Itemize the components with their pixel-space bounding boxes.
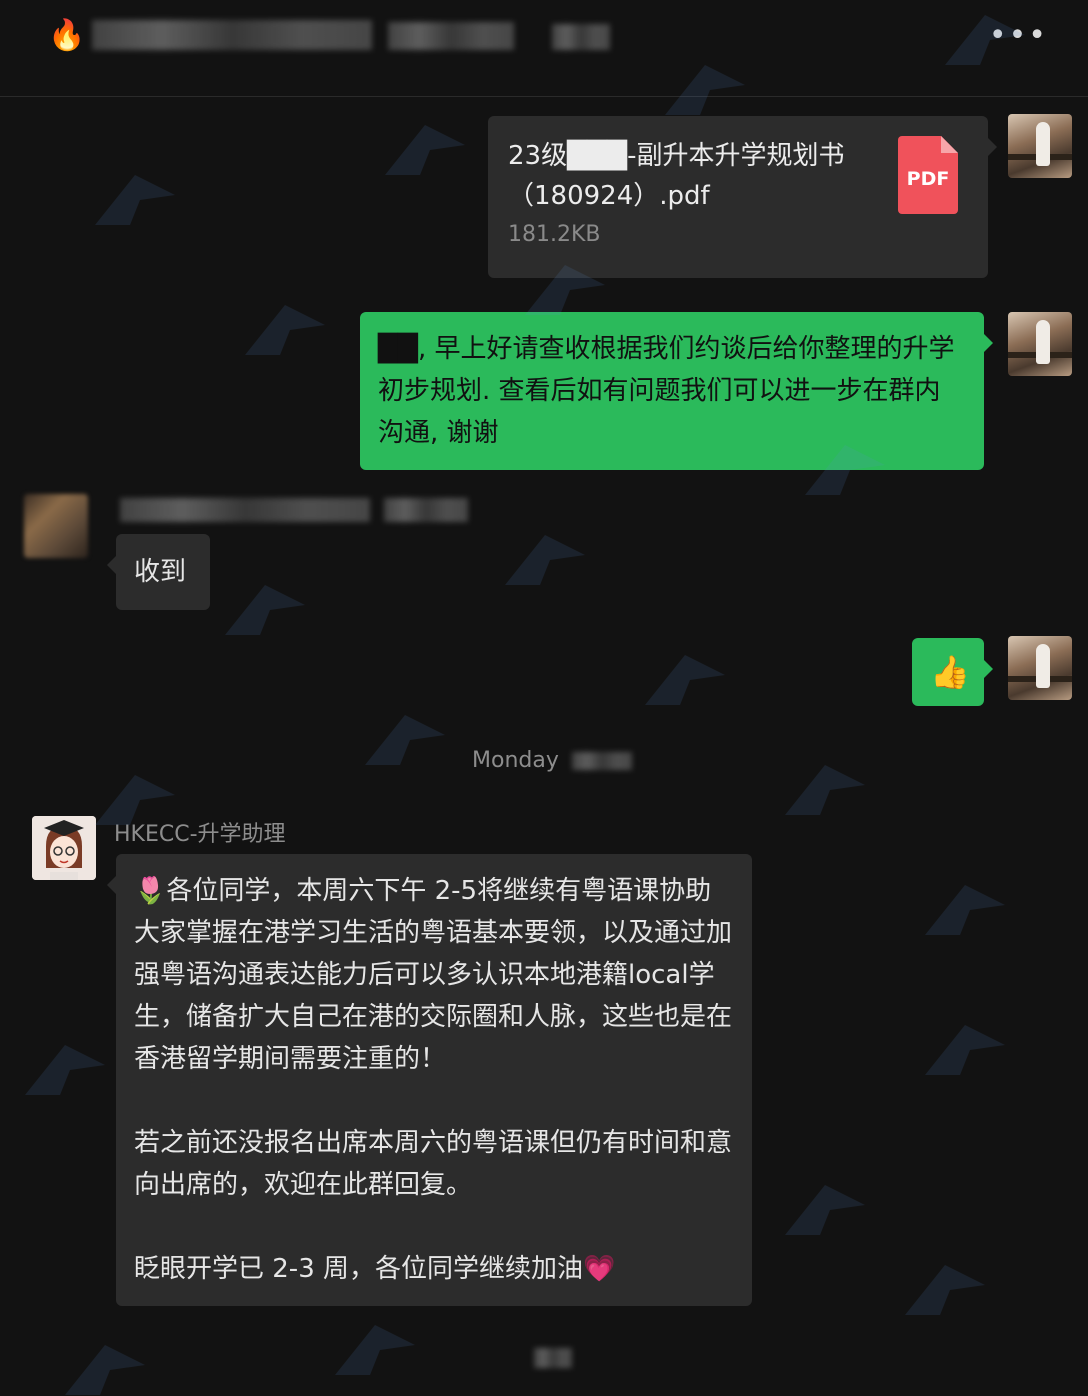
message-text: 🌷各位同学，本周六下午 2-5将继续有粤语课协助大家掌握在港学习生活的粤语基本要…	[134, 876, 733, 1284]
time-divider: Monday	[472, 748, 559, 773]
blurred-chat-title-3	[552, 24, 610, 50]
watermark-logo	[500, 530, 590, 590]
blurred-time	[572, 752, 632, 770]
watermark-logo	[780, 1180, 870, 1240]
watermark-logo	[780, 760, 870, 820]
assistant-avatar[interactable]	[32, 816, 96, 880]
avatar[interactable]	[1008, 636, 1072, 700]
avatar[interactable]	[1008, 114, 1072, 178]
blurred-footer	[534, 1348, 572, 1368]
sent-text-message[interactable]: ██, 早上好请查收根据我们约谈后给你整理的升学初步规划. 查看后如有问题我们可…	[360, 312, 993, 470]
avatar[interactable]	[24, 494, 88, 558]
watermark-logo	[380, 120, 470, 180]
watermark-logo	[220, 580, 310, 640]
message-text: ██, 早上好请查收根据我们约谈后给你整理的升学初步规划. 查看后如有问题我们可…	[378, 334, 955, 448]
thumbs-up-icon: 👍	[930, 653, 970, 691]
file-size: 181.2KB	[508, 222, 601, 247]
blurred-sender-name-2	[384, 498, 468, 522]
blurred-chat-title-2	[388, 22, 514, 50]
watermark-logo	[640, 650, 730, 710]
flame-icon: 🔥	[48, 18, 86, 53]
watermark-logo	[920, 880, 1010, 940]
blurred-chat-title	[92, 20, 372, 50]
file-name: 23级███-副升本升学规划书（180924）.pdf	[508, 141, 845, 211]
sent-emoji-message[interactable]: 👍	[912, 638, 993, 706]
pdf-icon-label: PDF	[906, 168, 950, 190]
received-announcement-message[interactable]: 🌷各位同学，本周六下午 2-5将继续有粤语课协助大家掌握在港学习生活的粤语基本要…	[107, 854, 752, 1306]
graduate-girl-icon	[32, 816, 96, 880]
file-message[interactable]: 23级███-副升本升学规划书（180924）.pdf 181.2KB PDF	[488, 116, 997, 278]
watermark-logo	[900, 1260, 990, 1320]
watermark-logo	[20, 1040, 110, 1100]
more-options-icon[interactable]: •••	[989, 18, 1048, 54]
watermark-logo	[60, 1340, 150, 1396]
watermark-logo	[360, 710, 450, 770]
message-text: 收到	[134, 557, 187, 587]
watermark-logo	[240, 300, 330, 360]
watermark-logo	[90, 170, 180, 230]
chat-window: 🔥 ••• 23级███-副升本升学规划书（180924）.pdf 181.2K…	[0, 0, 1088, 1396]
blurred-sender-name	[120, 498, 370, 522]
received-text-message[interactable]: 收到	[107, 534, 210, 610]
avatar[interactable]	[1008, 312, 1072, 376]
watermark-logo	[330, 1320, 420, 1380]
chat-header: 🔥 •••	[0, 0, 1088, 97]
watermark-logo	[920, 1020, 1010, 1080]
sender-name: HKECC-升学助理	[114, 822, 286, 847]
